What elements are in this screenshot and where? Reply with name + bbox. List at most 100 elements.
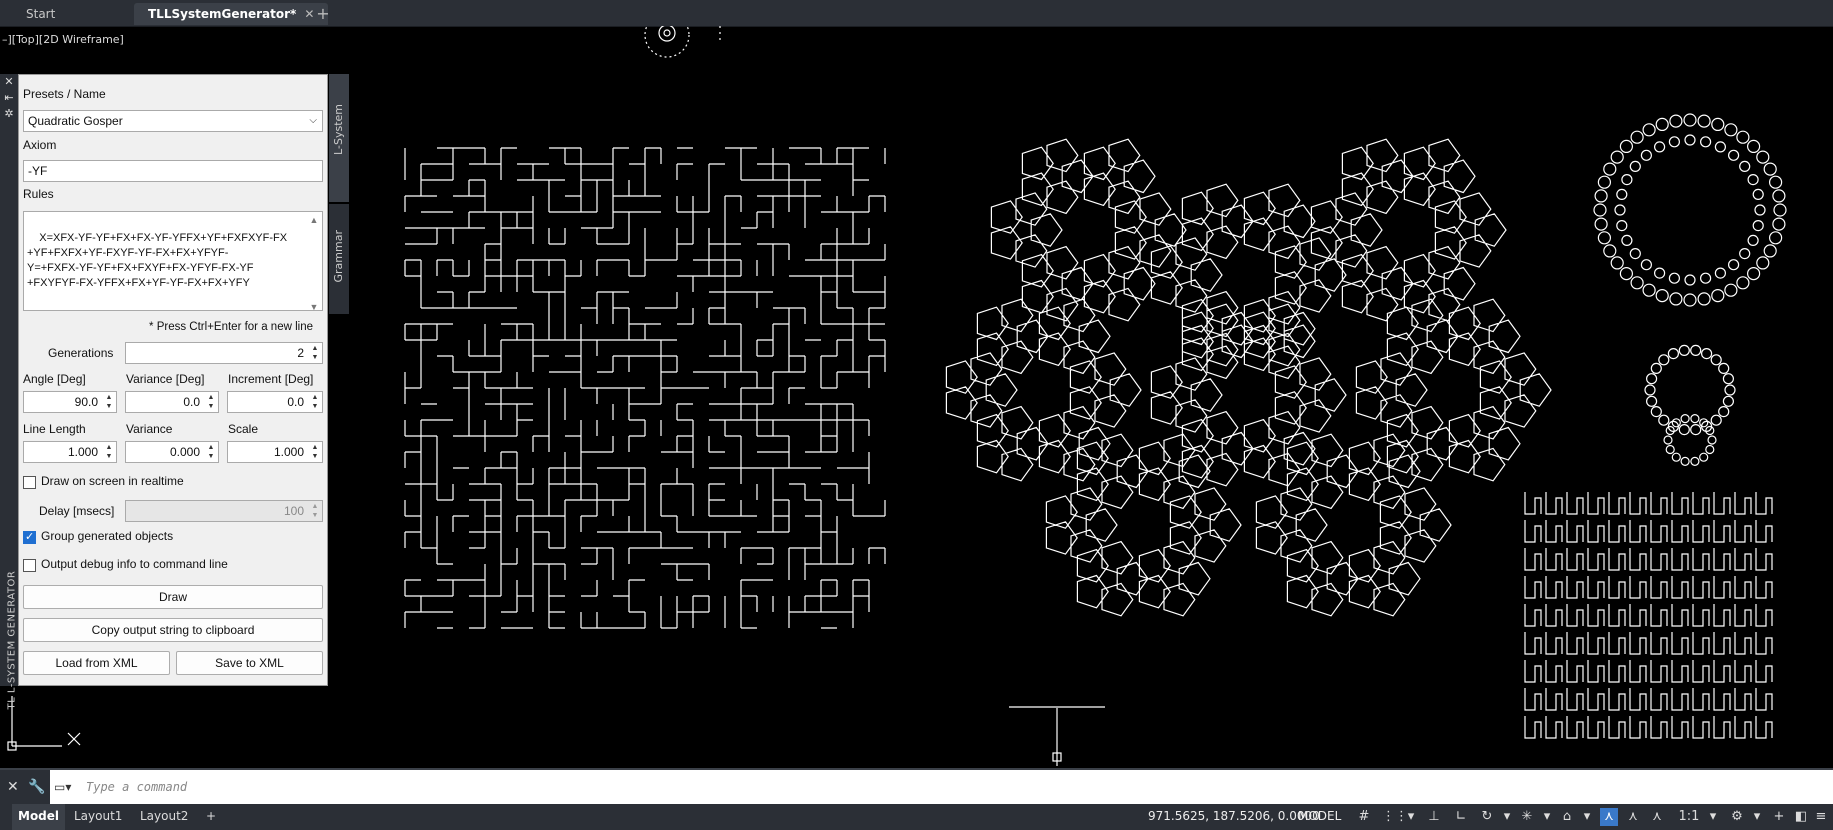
ucs-icon bbox=[7, 696, 81, 751]
angle-value: 90.0 bbox=[74, 395, 98, 409]
spin-arrows-icon[interactable]: ▲ ▼ bbox=[309, 443, 321, 461]
preset-select[interactable]: Quadratic Gosper ⌵ bbox=[23, 110, 323, 132]
peano-curve bbox=[1524, 492, 1773, 739]
variance-label: Variance bbox=[126, 422, 173, 436]
add-layout-plus-icon[interactable]: + bbox=[200, 804, 222, 830]
model-space-toggle[interactable]: MODEL bbox=[1298, 809, 1341, 823]
tab-tllsystemgenerator[interactable]: TLLSystemGenerator* ✕ bbox=[134, 3, 329, 25]
realtime-label[interactable]: Draw on screen in realtime bbox=[41, 474, 184, 488]
grid-icon[interactable]: # bbox=[1355, 808, 1373, 826]
viewport-label[interactable]: –][Top][2D Wireframe] bbox=[2, 33, 124, 46]
draw-button[interactable]: Draw bbox=[23, 585, 323, 609]
customization-icon[interactable]: ≡ bbox=[1812, 808, 1830, 826]
isodraft-icon[interactable]: ⌂ bbox=[1558, 808, 1576, 826]
chevron-down-icon[interactable]: ▾ bbox=[1498, 808, 1516, 826]
tab-l-system[interactable]: L-System bbox=[329, 74, 349, 202]
snap-icon[interactable]: ⋮⋮ bbox=[1382, 808, 1408, 826]
presets-label: Presets / Name bbox=[23, 87, 106, 101]
tab-label: TLLSystemGenerator* bbox=[148, 7, 297, 21]
tab-model[interactable]: Model bbox=[12, 804, 66, 830]
copy-output-button[interactable]: Copy output string to clipboard bbox=[23, 618, 323, 642]
chevron-down-icon[interactable]: ▾ bbox=[1538, 808, 1556, 826]
autoscale-icon[interactable]: ⋏ bbox=[1624, 808, 1642, 826]
variance-stepper[interactable]: 0.000 ▲ ▼ bbox=[125, 441, 219, 463]
autohide-icon[interactable]: ⇤ bbox=[3, 92, 15, 104]
scale-label: Scale bbox=[228, 422, 259, 436]
realtime-checkbox[interactable] bbox=[23, 476, 36, 489]
quadratic-gosper-curve bbox=[404, 147, 886, 629]
tab-grammar[interactable]: Grammar bbox=[329, 204, 349, 314]
palette-title-strip[interactable]: ✕ ⇤ ✲ TL L-SYSTEM GENERATOR bbox=[0, 74, 18, 710]
delay-stepper[interactable]: 100 ▲ ▼ bbox=[125, 500, 323, 522]
plus-icon[interactable]: + bbox=[1770, 808, 1788, 826]
spin-arrows-icon[interactable]: ▲ ▼ bbox=[103, 393, 115, 411]
axiom-input[interactable]: -YF bbox=[23, 160, 323, 182]
group-label[interactable]: Group generated objects bbox=[41, 529, 173, 543]
document-tab-bar: Start TLLSystemGenerator* ✕ + bbox=[0, 0, 1833, 27]
debug-checkbox[interactable] bbox=[23, 559, 36, 572]
group-checkbox[interactable] bbox=[23, 530, 36, 544]
side-tab-label: L-System bbox=[332, 104, 345, 155]
axiom-label: Axiom bbox=[23, 138, 57, 152]
save-xml-button[interactable]: Save to XML bbox=[176, 651, 323, 675]
new-tab-plus-icon[interactable]: + bbox=[312, 3, 334, 25]
scroll-down-icon[interactable]: ▼ bbox=[307, 300, 321, 315]
increment-value: 0.0 bbox=[287, 395, 304, 409]
spin-arrows-icon[interactable]: ▲ ▼ bbox=[309, 344, 321, 362]
spin-arrows-icon[interactable]: ▲ ▼ bbox=[309, 393, 321, 411]
angle-stepper[interactable]: 90.0 ▲ ▼ bbox=[23, 391, 117, 413]
pentaflake-fractal bbox=[945, 138, 1552, 617]
chevron-down-icon[interactable]: ▾ bbox=[1402, 808, 1420, 826]
annotation-scale-icon[interactable]: ⋏ bbox=[1648, 808, 1666, 826]
tab-label: Start bbox=[26, 7, 56, 21]
axiom-value: -YF bbox=[28, 164, 48, 178]
variance-deg-stepper[interactable]: 0.0 ▲ ▼ bbox=[125, 391, 219, 413]
spin-arrows-icon[interactable]: ▲ ▼ bbox=[103, 443, 115, 461]
hardware-acceleration-icon[interactable]: ◧ bbox=[1792, 808, 1810, 826]
close-icon[interactable]: ✕ bbox=[7, 779, 19, 795]
coordinate-readout[interactable]: 971.5625, 187.5206, 0.0000 bbox=[1148, 809, 1320, 823]
crosshair-cursor bbox=[1009, 706, 1105, 766]
debug-label[interactable]: Output debug info to command line bbox=[41, 557, 228, 571]
ortho-icon[interactable]: ∟ bbox=[1452, 808, 1470, 826]
spin-arrows-icon[interactable]: ▲ ▼ bbox=[309, 502, 321, 520]
variance-deg-label: Variance [Deg] bbox=[126, 372, 205, 386]
scale-readout[interactable]: 1:1 bbox=[1672, 808, 1706, 826]
spin-arrows-icon[interactable]: ▲ ▼ bbox=[205, 443, 217, 461]
chevron-down-icon[interactable]: ▾ bbox=[1578, 808, 1596, 826]
increment-stepper[interactable]: 0.0 ▲ ▼ bbox=[227, 391, 323, 413]
variance-deg-value: 0.0 bbox=[183, 395, 200, 409]
annotation-visibility-icon[interactable]: ⋏ bbox=[1600, 808, 1618, 826]
rules-textarea[interactable]: X=XFX-YF-YF+FX+FX-YF-YFFX+YF+FXFXYF-FX +… bbox=[23, 211, 323, 312]
wrench-icon[interactable]: 🔧 bbox=[28, 779, 45, 795]
tab-start[interactable]: Start bbox=[12, 3, 69, 25]
close-icon[interactable]: ✕ bbox=[3, 76, 15, 88]
gear-icon[interactable]: ⚙ bbox=[1728, 808, 1746, 826]
increment-label: Increment [Deg] bbox=[228, 372, 314, 386]
side-tab-label: Grammar bbox=[332, 230, 345, 283]
load-xml-button[interactable]: Load from XML bbox=[23, 651, 170, 675]
palette-title: TL L-SYSTEM GENERATOR bbox=[6, 570, 18, 710]
chevron-down-icon[interactable]: ▾ bbox=[1748, 808, 1766, 826]
status-bar: Model Layout1 Layout2 + 971.5625, 187.52… bbox=[0, 804, 1833, 830]
scale-stepper[interactable]: 1.000 ▲ ▼ bbox=[227, 441, 323, 463]
spin-arrows-icon[interactable]: ▲ ▼ bbox=[205, 393, 217, 411]
properties-icon[interactable]: ✲ bbox=[3, 108, 15, 120]
rules-label: Rules bbox=[23, 187, 54, 201]
polar-icon[interactable]: ↻ bbox=[1478, 808, 1496, 826]
chevron-down-icon[interactable]: ▾ bbox=[1704, 808, 1722, 826]
command-line-controls: ✕ 🔧 bbox=[0, 770, 50, 806]
osnap-icon[interactable]: ✳ bbox=[1518, 808, 1536, 826]
command-input[interactable]: Type a command bbox=[86, 780, 187, 794]
scroll-up-icon[interactable]: ▲ bbox=[307, 213, 321, 228]
lsystem-panel: Presets / Name Quadratic Gosper ⌵ Axiom … bbox=[18, 74, 328, 686]
line-length-value: 1.000 bbox=[67, 445, 98, 459]
tab-layout2[interactable]: Layout2 bbox=[134, 804, 194, 830]
line-length-stepper[interactable]: 1.000 ▲ ▼ bbox=[23, 441, 117, 463]
delay-label: Delay [msecs] bbox=[39, 504, 115, 518]
generations-stepper[interactable]: 2 ▲ ▼ bbox=[125, 342, 323, 364]
tab-layout1[interactable]: Layout1 bbox=[68, 804, 128, 830]
infer-constraints-icon[interactable]: ⊥ bbox=[1425, 808, 1443, 826]
rules-scrollbar[interactable]: ▲ ▼ bbox=[307, 213, 321, 312]
command-prompt-icon[interactable]: ▭▾ bbox=[54, 780, 71, 794]
